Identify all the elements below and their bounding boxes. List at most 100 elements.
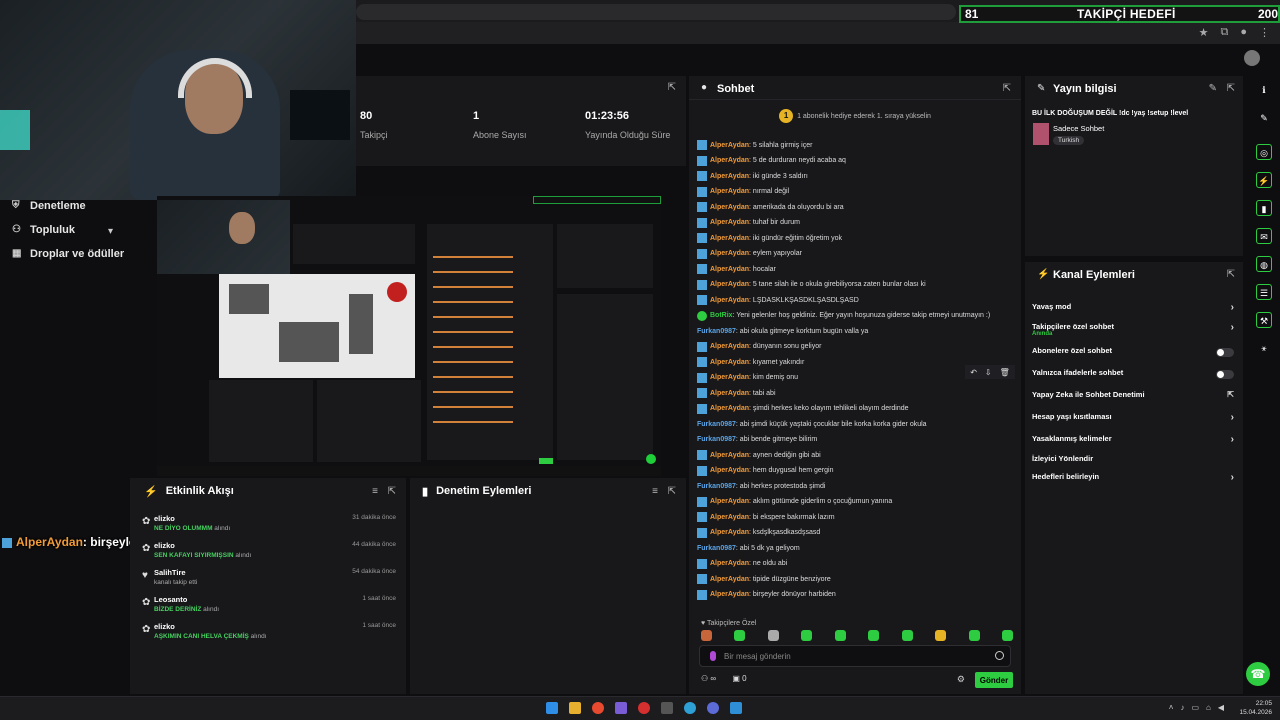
pin-icon[interactable]: ⇩ xyxy=(985,368,992,377)
edge-icon[interactable] xyxy=(684,702,696,714)
chat-message[interactable]: AlperAydan: ne oldu abi xyxy=(697,557,787,571)
chat-username[interactable]: AlperAydan xyxy=(710,452,749,459)
target-icon[interactable]: ◎ xyxy=(1256,144,1272,160)
avatar[interactable] xyxy=(1244,50,1260,66)
profile-icon[interactable]: ● xyxy=(1240,26,1247,39)
chat-message[interactable]: Furkan0987: abi bende gitmeye bilirim xyxy=(697,433,817,447)
chat-message[interactable]: AlperAydan: bi ekspere bakırmak lazım xyxy=(697,510,835,524)
emote[interactable] xyxy=(767,630,779,641)
tool-icon[interactable]: ⚒ xyxy=(1256,312,1272,328)
mic-icon[interactable] xyxy=(710,651,716,661)
channel-action-row[interactable]: Yapay Zeka ile Sohbet Denetimi ⇱ xyxy=(1032,390,1238,404)
chat-username[interactable]: AlperAydan xyxy=(710,560,749,567)
chat-message[interactable]: AlperAydan: iki gündür eğitim öğretim yo… xyxy=(697,231,842,245)
chat-username[interactable]: Furkan0987 xyxy=(697,328,736,335)
pencil-icon[interactable]: ✎ xyxy=(1256,110,1272,126)
chat-message[interactable]: AlperAydan: amerikada da oluyordu bi ara xyxy=(697,200,844,214)
windows-start-icon[interactable] xyxy=(546,702,558,714)
chat-username[interactable]: AlperAydan xyxy=(710,498,749,505)
mic-icon[interactable]: ♪ xyxy=(1180,703,1184,712)
chat-message[interactable]: AlperAydan: tipide düzgüne benziyore xyxy=(697,572,831,586)
document-icon[interactable]: ▮ xyxy=(1256,200,1272,216)
chat-username[interactable]: AlperAydan xyxy=(710,281,749,288)
chat-username[interactable]: AlperAydan xyxy=(710,359,749,366)
chat-message[interactable]: AlperAydan: nırmal değil xyxy=(697,185,789,199)
chat-message[interactable]: AlperAydan: tuhaf bir durum xyxy=(697,216,800,230)
monitor-icon[interactable]: ▭ xyxy=(1191,703,1199,712)
chat-message[interactable]: AlperAydan: birşeyler dönüyor harbiden xyxy=(697,588,836,602)
chat-message[interactable]: AlperAydan: tabi abi xyxy=(697,386,776,400)
channel-action-row[interactable]: Abonelere özel sohbet xyxy=(1032,346,1238,360)
app-icon[interactable] xyxy=(661,702,673,714)
chat-message[interactable]: AlperAydan: iki günde 3 saldırı xyxy=(697,169,808,183)
emote[interactable] xyxy=(868,630,880,641)
obs-icon[interactable] xyxy=(707,702,719,714)
chat-username[interactable]: AlperAydan xyxy=(710,219,749,226)
chat-message[interactable]: AlperAydan: hocalar xyxy=(697,262,776,276)
chat-username[interactable]: AlperAydan xyxy=(710,390,749,397)
chat-username[interactable]: AlperAydan xyxy=(710,529,749,536)
chat-username[interactable]: AlperAydan xyxy=(710,188,749,195)
chat-message[interactable]: AlperAydan: 5 tane silah ile o okula gir… xyxy=(697,278,926,292)
filter-icon[interactable]: ≡ xyxy=(372,486,378,497)
help-button[interactable]: ☎ xyxy=(1246,662,1270,686)
chat-username[interactable]: Furkan0987 xyxy=(697,545,736,552)
chat-username[interactable]: AlperAydan xyxy=(710,297,749,304)
chevron-up-icon[interactable]: ˄ xyxy=(1169,703,1174,712)
emote[interactable] xyxy=(834,630,846,641)
channel-action-row[interactable]: İzleyici Yönlendir xyxy=(1032,454,1238,468)
chat-username[interactable]: Furkan0987 xyxy=(697,483,736,490)
extensions-icon[interactable]: ⧉ xyxy=(1220,26,1228,39)
channel-action-row[interactable]: Hedefleri belirleyin › xyxy=(1032,472,1238,486)
chat-input[interactable] xyxy=(724,650,994,662)
chat-message[interactable]: AlperAydan: şimdi herkes keko olayım teh… xyxy=(697,402,909,416)
chat-username[interactable]: AlperAydan xyxy=(710,142,749,149)
emote[interactable] xyxy=(734,630,746,641)
chat-message[interactable]: BotRix: Yeni gelenler hoş geldiniz. Eğer… xyxy=(697,309,990,323)
chat-username[interactable]: AlperAydan xyxy=(710,266,749,273)
popout-icon[interactable]: ⇱ xyxy=(668,486,676,497)
emote[interactable] xyxy=(1001,630,1013,641)
opera-icon[interactable] xyxy=(638,702,650,714)
chat-username[interactable]: AlperAydan xyxy=(710,250,749,257)
chat-message[interactable]: Furkan0987: abi okula gitmeye korktum bu… xyxy=(697,324,868,338)
channel-action-row[interactable]: Yavaş mod › xyxy=(1032,302,1238,316)
emoji-icon[interactable] xyxy=(995,651,1004,660)
chat-username[interactable]: AlperAydan xyxy=(710,514,749,521)
emote[interactable] xyxy=(801,630,813,641)
toggle-switch[interactable] xyxy=(1216,348,1234,357)
bolt-icon[interactable]: ⚡ xyxy=(1256,172,1272,188)
nav-item-moderation[interactable]: ⛨ Denetleme xyxy=(12,200,86,212)
emote[interactable] xyxy=(901,630,913,641)
popout-icon[interactable]: ⇱ xyxy=(388,486,396,497)
chat-message[interactable]: AlperAydan: hem duygusal hem gergin xyxy=(697,464,833,478)
chat-message[interactable]: Furkan0987: abi 5 dk ya geliyom xyxy=(697,541,800,555)
chat-message[interactable]: Furkan0987: abi şimdi küçük yaştaki çocu… xyxy=(697,417,927,431)
toggle-switch[interactable] xyxy=(1216,370,1234,379)
share-icon[interactable]: ⚹ xyxy=(1256,340,1272,356)
channel-action-row[interactable]: Yasaklanmış kelimeler › xyxy=(1032,434,1238,448)
pinned-gift-banner[interactable]: 11 abonelik hediye ederek 1. sıraya yüks… xyxy=(689,106,1021,130)
chat-message[interactable]: AlperAydan: eylem yapıyolar xyxy=(697,247,802,261)
gear-icon[interactable]: ⚙ xyxy=(957,674,965,685)
edit-icon[interactable]: ✎ xyxy=(1209,83,1217,94)
chat-message[interactable]: AlperAydan: ksdşlkşasdkasdşsasd xyxy=(697,526,820,540)
discord-icon[interactable] xyxy=(615,702,627,714)
chrome-icon[interactable] xyxy=(592,702,604,714)
chat-username[interactable]: AlperAydan xyxy=(710,204,749,211)
chat-message[interactable]: AlperAydan: aklım götümde giderlim o çoc… xyxy=(697,495,892,509)
chat-username[interactable]: AlperAydan xyxy=(710,343,749,350)
folder-icon[interactable] xyxy=(569,702,581,714)
undo-icon[interactable]: ↶ xyxy=(970,368,977,377)
chat-username[interactable]: BotRix xyxy=(710,312,733,319)
emote[interactable] xyxy=(701,630,712,641)
chat-message[interactable]: AlperAydan: aynen dediğin gibi abi xyxy=(697,448,821,462)
chevron-down-icon[interactable]: ▾ xyxy=(108,226,113,237)
chat-message[interactable]: AlperAydan: LŞDASKLKŞASDKLŞASDLŞASD xyxy=(697,293,859,307)
list-icon[interactable]: ☰ xyxy=(1256,284,1272,300)
chat-username[interactable]: Furkan0987 xyxy=(697,436,736,443)
chat-username[interactable]: AlperAydan xyxy=(710,173,749,180)
users-icon[interactable]: ⚇ xyxy=(701,674,708,683)
popout-icon[interactable]: ⇱ xyxy=(1003,83,1011,94)
chat-message[interactable]: AlperAydan: 5 de durduran neydi acaba aq xyxy=(697,154,846,168)
